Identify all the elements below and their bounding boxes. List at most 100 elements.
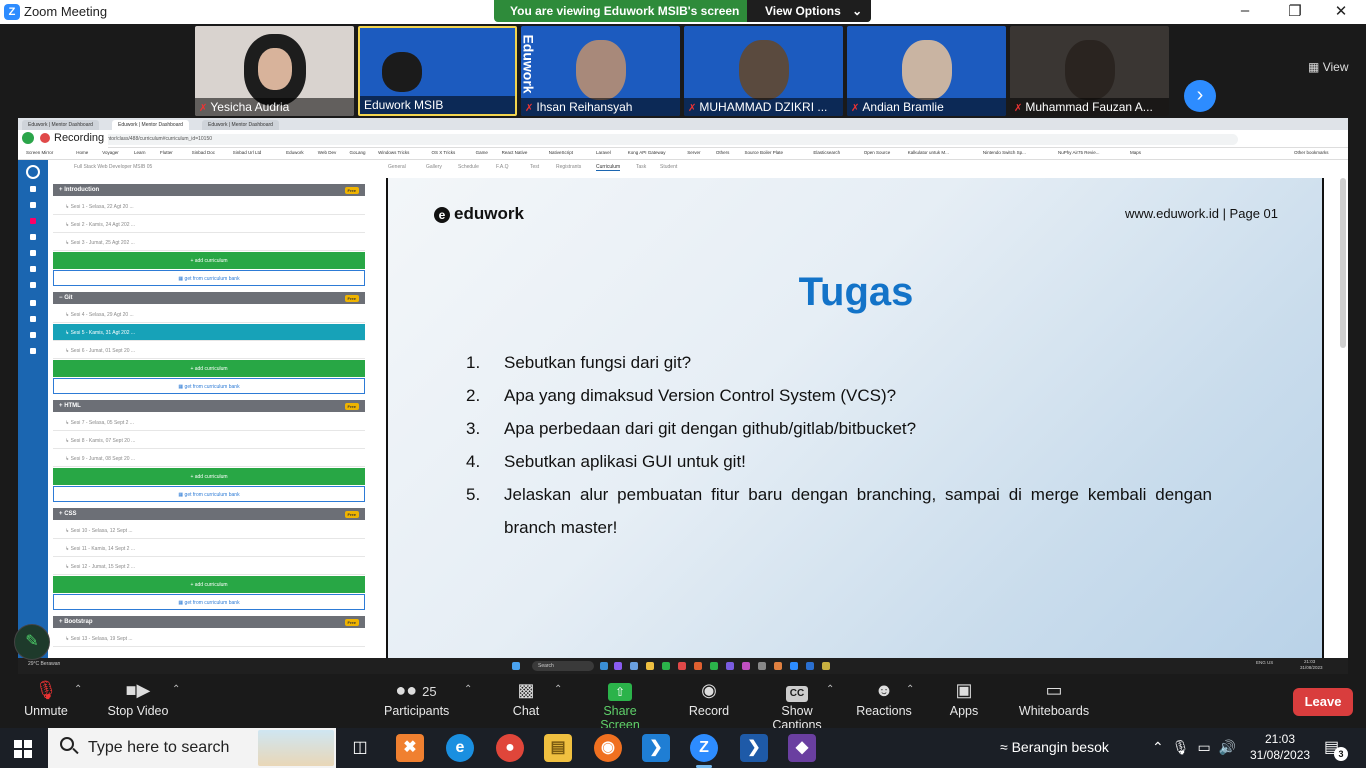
vscode-icon[interactable]: ❯ xyxy=(642,734,670,762)
bookmark-item[interactable]: Flutter xyxy=(160,150,173,155)
chevron-up-icon[interactable]: ⌃ xyxy=(906,684,914,695)
bookmark-item[interactable]: Elasticsearch xyxy=(813,150,840,155)
view-button[interactable]: ▦ View xyxy=(1308,60,1348,74)
chevron-up-icon[interactable]: ⌃ xyxy=(554,684,562,695)
subtab-registrants[interactable]: Registrants xyxy=(556,164,581,170)
annotate-pencil-button[interactable]: ✎ xyxy=(14,624,50,660)
curriculum-section-header[interactable]: + HTML Free xyxy=(53,400,365,412)
users-icon[interactable] xyxy=(30,234,36,240)
chart-icon[interactable] xyxy=(30,316,36,322)
menu-icon[interactable] xyxy=(30,186,36,192)
curriculum-session-item[interactable]: ↳ Sesi 6 - Jumat, 01 Sept 20 ... xyxy=(53,342,365,359)
record-button[interactable]: ◉ Record xyxy=(688,680,730,718)
subtab-student[interactable]: Student xyxy=(660,164,677,170)
class-select[interactable]: Full Stack Web Developer MSIB 05 xyxy=(74,164,152,170)
share-screen-button[interactable]: ⇧ Share Screen xyxy=(584,680,656,732)
participant-tile[interactable]: ✗ Muhammad Fauzan A... xyxy=(1010,26,1169,116)
bookmark-item[interactable]: Maps xyxy=(1130,150,1141,155)
bookmark-item[interactable]: Web Dev xyxy=(318,150,336,155)
browser-tab[interactable]: Eduwork | Mentor Dashboard xyxy=(112,120,189,130)
curriculum-section-header[interactable]: + Bootstrap Free xyxy=(53,616,365,628)
chat-button[interactable]: ▩ Chat ⌃ xyxy=(510,680,563,718)
bookmark-item[interactable]: Windows Tricks xyxy=(378,150,409,155)
add-curriculum-button[interactable]: + add curriculum xyxy=(53,252,365,269)
file-explorer-icon[interactable]: ▤ xyxy=(544,734,572,762)
edge-icon[interactable]: e xyxy=(446,734,474,762)
curriculum-session-item[interactable]: ↳ Sesi 2 - Kamis, 24 Agt 202 ... xyxy=(53,216,365,233)
subtab-test[interactable]: Test xyxy=(530,164,539,170)
subtab-curriculum[interactable]: Curriculum xyxy=(596,164,621,171)
bookmark-item[interactable]: React Native xyxy=(502,150,528,155)
bookmark-item[interactable]: Game xyxy=(476,150,488,155)
curriculum-session-item[interactable]: ↳ Sesi 13 - Selasa, 19 Sept ... xyxy=(53,630,365,647)
subtab-schedule[interactable]: Schedule xyxy=(458,164,479,170)
chevron-up-icon[interactable]: ⌃ xyxy=(826,684,834,695)
curriculum-section-header[interactable]: + CSS Free xyxy=(53,508,365,520)
powershell-icon[interactable]: ❯ xyxy=(740,734,768,762)
taskbar-search[interactable]: Type here to search xyxy=(48,728,336,768)
gallery-next-page-button[interactable]: › xyxy=(1184,80,1216,112)
unmute-button[interactable]: 🎙 Unmute ⌃ xyxy=(22,680,82,718)
chevron-up-icon[interactable]: ⌃ xyxy=(464,684,472,695)
windows-start-icon[interactable] xyxy=(14,740,32,758)
stop-video-button[interactable]: ■▶ Stop Video ⌃ xyxy=(106,680,181,718)
bookmark-item[interactable]: Other bookmarks xyxy=(1294,150,1329,155)
chrome-icon[interactable]: ● xyxy=(496,734,524,762)
bookmark-item[interactable]: Open Source xyxy=(864,150,891,155)
add-curriculum-button[interactable]: + add curriculum xyxy=(53,360,365,377)
firefox-icon[interactable]: ◉ xyxy=(594,734,622,762)
bookmark-item[interactable]: Others xyxy=(716,150,730,155)
get-from-curriculum-bank-button[interactable]: ▦ get from curriculum bank xyxy=(53,486,365,502)
whiteboards-button[interactable]: ▭ Whiteboards xyxy=(1018,680,1090,718)
curriculum-session-item[interactable]: ↳ Sesi 12 - Jumat, 15 Sept 2 ... xyxy=(53,558,365,575)
get-from-curriculum-bank-button[interactable]: ▦ get from curriculum bank xyxy=(53,594,365,610)
curriculum-session-item[interactable]: ↳ Sesi 3 - Jumat, 25 Agt 202 ... xyxy=(53,234,365,251)
bookmark-item[interactable]: Laravel xyxy=(596,150,611,155)
bookmark-item[interactable]: Kalkulator untuk M... xyxy=(908,150,949,155)
leave-button[interactable]: Leave xyxy=(1293,688,1353,716)
curriculum-session-item[interactable]: ↳ Sesi 9 - Jumat, 08 Sept 20 ... xyxy=(53,450,365,467)
notification-center[interactable]: ▤ 3 xyxy=(1324,737,1348,761)
url-field[interactable]: ...mentor/class/488/curriculum#curriculu… xyxy=(88,134,1238,145)
user-icon[interactable] xyxy=(30,266,36,272)
curriculum-session-item[interactable]: ↳ Sesi 8 - Kamis, 07 Sept 20 ... xyxy=(53,432,365,449)
scrollbar[interactable] xyxy=(1340,178,1346,348)
close-button[interactable]: ✕ xyxy=(1326,2,1356,20)
settings-icon[interactable] xyxy=(30,348,36,354)
maximize-button[interactable]: ❐ xyxy=(1280,2,1310,20)
bookmark-item[interactable]: NuPhy Air75 Revie... xyxy=(1058,150,1100,155)
subtab-faq[interactable]: F.A.Q xyxy=(496,164,509,170)
get-from-curriculum-bank-button[interactable]: ▦ get from curriculum bank xyxy=(53,270,365,286)
calendar-icon[interactable] xyxy=(30,202,36,208)
curriculum-session-item[interactable]: ↳ Sesi 5 - Kamis, 31 Agt 202 ... xyxy=(53,324,365,341)
view-options-button[interactable]: View Options ⌄ xyxy=(747,0,871,22)
bookmark-item[interactable]: Sinbad Url Ltd xyxy=(233,150,262,155)
participant-tile[interactable]: ✗ MUHAMMAD DZIKRI ... xyxy=(684,26,843,116)
bookmark-item[interactable]: Source Boiler Plate xyxy=(745,150,784,155)
taskbar-clock[interactable]: 21:03 31/08/2023 xyxy=(1250,731,1310,763)
bookmark-item[interactable]: Eduwork xyxy=(286,150,304,155)
participants-button[interactable]: ●● 25 Participants ⌃ xyxy=(384,680,472,718)
show-captions-button[interactable]: CC Show Captions ⌃ xyxy=(756,680,838,732)
add-curriculum-button[interactable]: + add curriculum xyxy=(53,576,365,593)
curriculum-session-item[interactable]: ↳ Sesi 4 - Selasa, 29 Agt 20 ... xyxy=(53,306,365,323)
bookmark-item[interactable]: Home xyxy=(76,150,88,155)
weather-widget[interactable]: ≈ Berangin besok xyxy=(1000,739,1109,755)
participant-tile-active-speaker[interactable]: Eduwork MSIB xyxy=(358,26,517,116)
minimize-button[interactable]: – xyxy=(1230,2,1260,19)
task-view-icon[interactable]: ◫ xyxy=(346,734,374,762)
participant-tile[interactable]: ✗ Yesicha Audria xyxy=(195,26,354,116)
curriculum-session-item[interactable]: ↳ Sesi 7 - Selasa, 05 Sept 2 ... xyxy=(53,414,365,431)
add-curriculum-button[interactable]: + add curriculum xyxy=(53,468,365,485)
xampp-icon[interactable]: ✖ xyxy=(396,734,424,762)
recording-indicator[interactable]: Recording xyxy=(18,130,109,148)
subtab-gallery[interactable]: Gallery xyxy=(426,164,442,170)
bookmark-item[interactable]: Sinbad Doc xyxy=(192,150,215,155)
chevron-up-icon[interactable]: ⌃ xyxy=(74,684,82,695)
bookmark-item[interactable]: Screen Mirror xyxy=(26,150,53,155)
bookmark-item[interactable]: NativeScript xyxy=(549,150,573,155)
bookmark-item[interactable]: Learn xyxy=(134,150,146,155)
reactions-button[interactable]: ☻ Reactions ⌃ xyxy=(856,680,914,718)
bookmark-item[interactable]: Voyager xyxy=(102,150,119,155)
subtab-general[interactable]: General xyxy=(388,164,406,170)
